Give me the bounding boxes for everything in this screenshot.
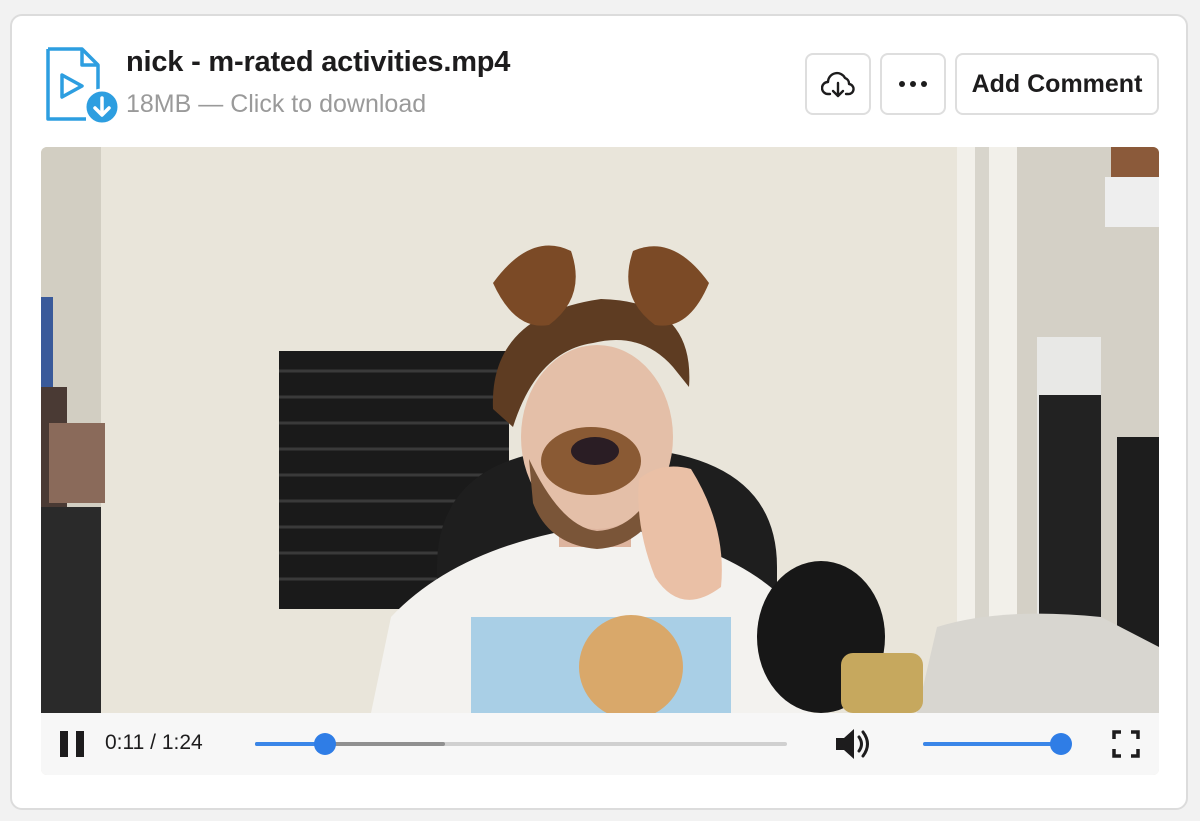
add-comment-button[interactable]: Add Comment	[955, 53, 1159, 115]
pause-icon[interactable]	[60, 731, 84, 757]
file-card: nick - m-rated activities.mp4 18MB — Cli…	[10, 14, 1188, 810]
seek-handle[interactable]	[313, 733, 336, 755]
video-player[interactable]: 0:11 / 1:24	[41, 147, 1159, 775]
seek-bar[interactable]	[255, 733, 787, 755]
volume-slider[interactable]	[923, 733, 1072, 755]
volume-level	[923, 742, 1061, 746]
ellipsis-icon	[899, 81, 927, 87]
more-actions-button[interactable]	[880, 53, 946, 115]
video-file-icon[interactable]	[42, 45, 122, 125]
volume-handle[interactable]	[1050, 733, 1072, 755]
fullscreen-icon[interactable]	[1112, 730, 1140, 758]
cloud-download-icon	[821, 71, 855, 98]
file-title[interactable]: nick - m-rated activities.mp4	[126, 46, 510, 79]
download-button[interactable]	[805, 53, 871, 115]
player-controls: 0:11 / 1:24	[41, 713, 1159, 775]
time-display: 0:11 / 1:24	[105, 731, 203, 754]
volume-icon[interactable]	[834, 726, 876, 762]
file-size-download-link[interactable]: 18MB — Click to download	[126, 90, 426, 119]
video-frame[interactable]	[41, 147, 1159, 713]
